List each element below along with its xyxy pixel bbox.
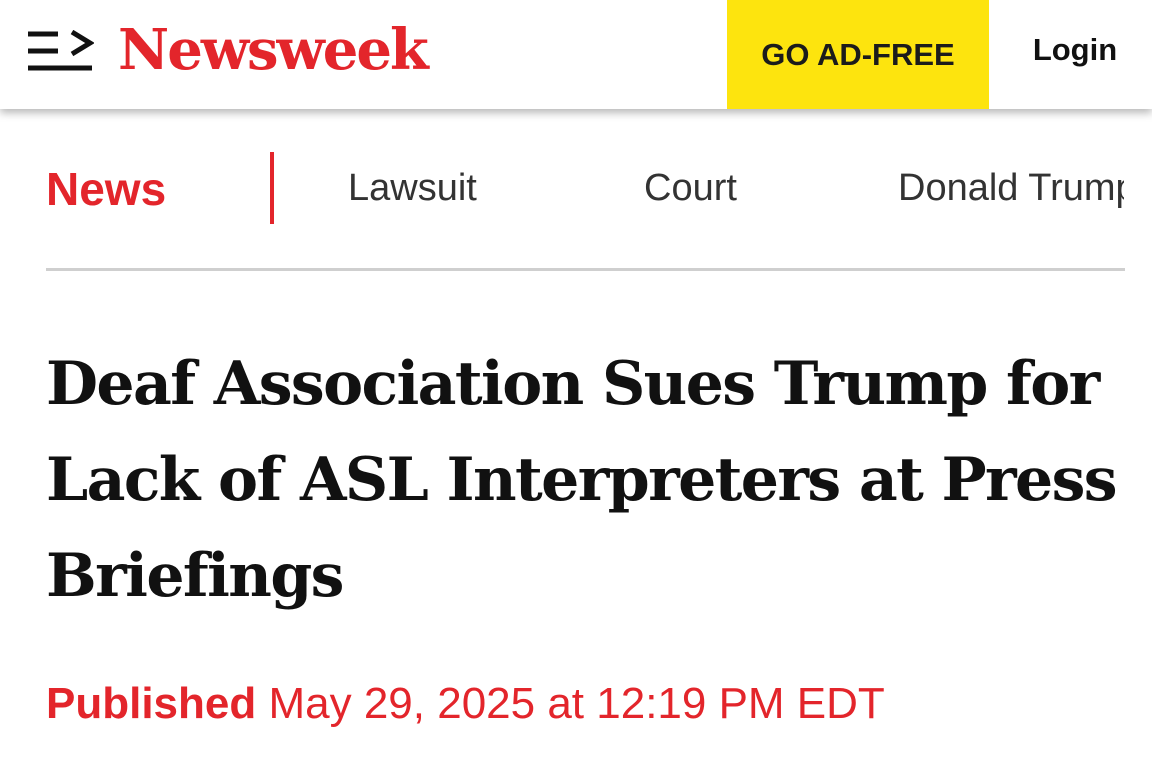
nav-divider bbox=[46, 268, 1125, 271]
tag-link-donald-trump[interactable]: Donald Trump bbox=[898, 165, 1124, 211]
login-button[interactable]: Login bbox=[1010, 0, 1140, 100]
top-header: Newsweek GO AD-FREE Login bbox=[0, 0, 1152, 109]
go-ad-free-button[interactable]: GO AD-FREE bbox=[727, 0, 989, 109]
tag-link-court[interactable]: Court bbox=[644, 165, 737, 211]
published-label: Published bbox=[46, 679, 257, 728]
section-label[interactable]: News bbox=[46, 162, 166, 216]
menu-arrow-icon[interactable] bbox=[28, 29, 95, 72]
tag-link-lawsuit[interactable]: Lawsuit bbox=[348, 165, 477, 211]
topic-nav: News Lawsuit Court Donald Trump bbox=[46, 140, 1124, 238]
article-headline: Deaf Association Sues Trump for Lack of … bbox=[46, 349, 1118, 611]
section-divider bbox=[270, 152, 274, 224]
published-line: Published May 29, 2025 at 12:19 PM EDT bbox=[46, 676, 885, 732]
published-date: May 29, 2025 at 12:19 PM EDT bbox=[268, 679, 885, 728]
newsweek-logo[interactable]: Newsweek bbox=[118, 14, 429, 86]
